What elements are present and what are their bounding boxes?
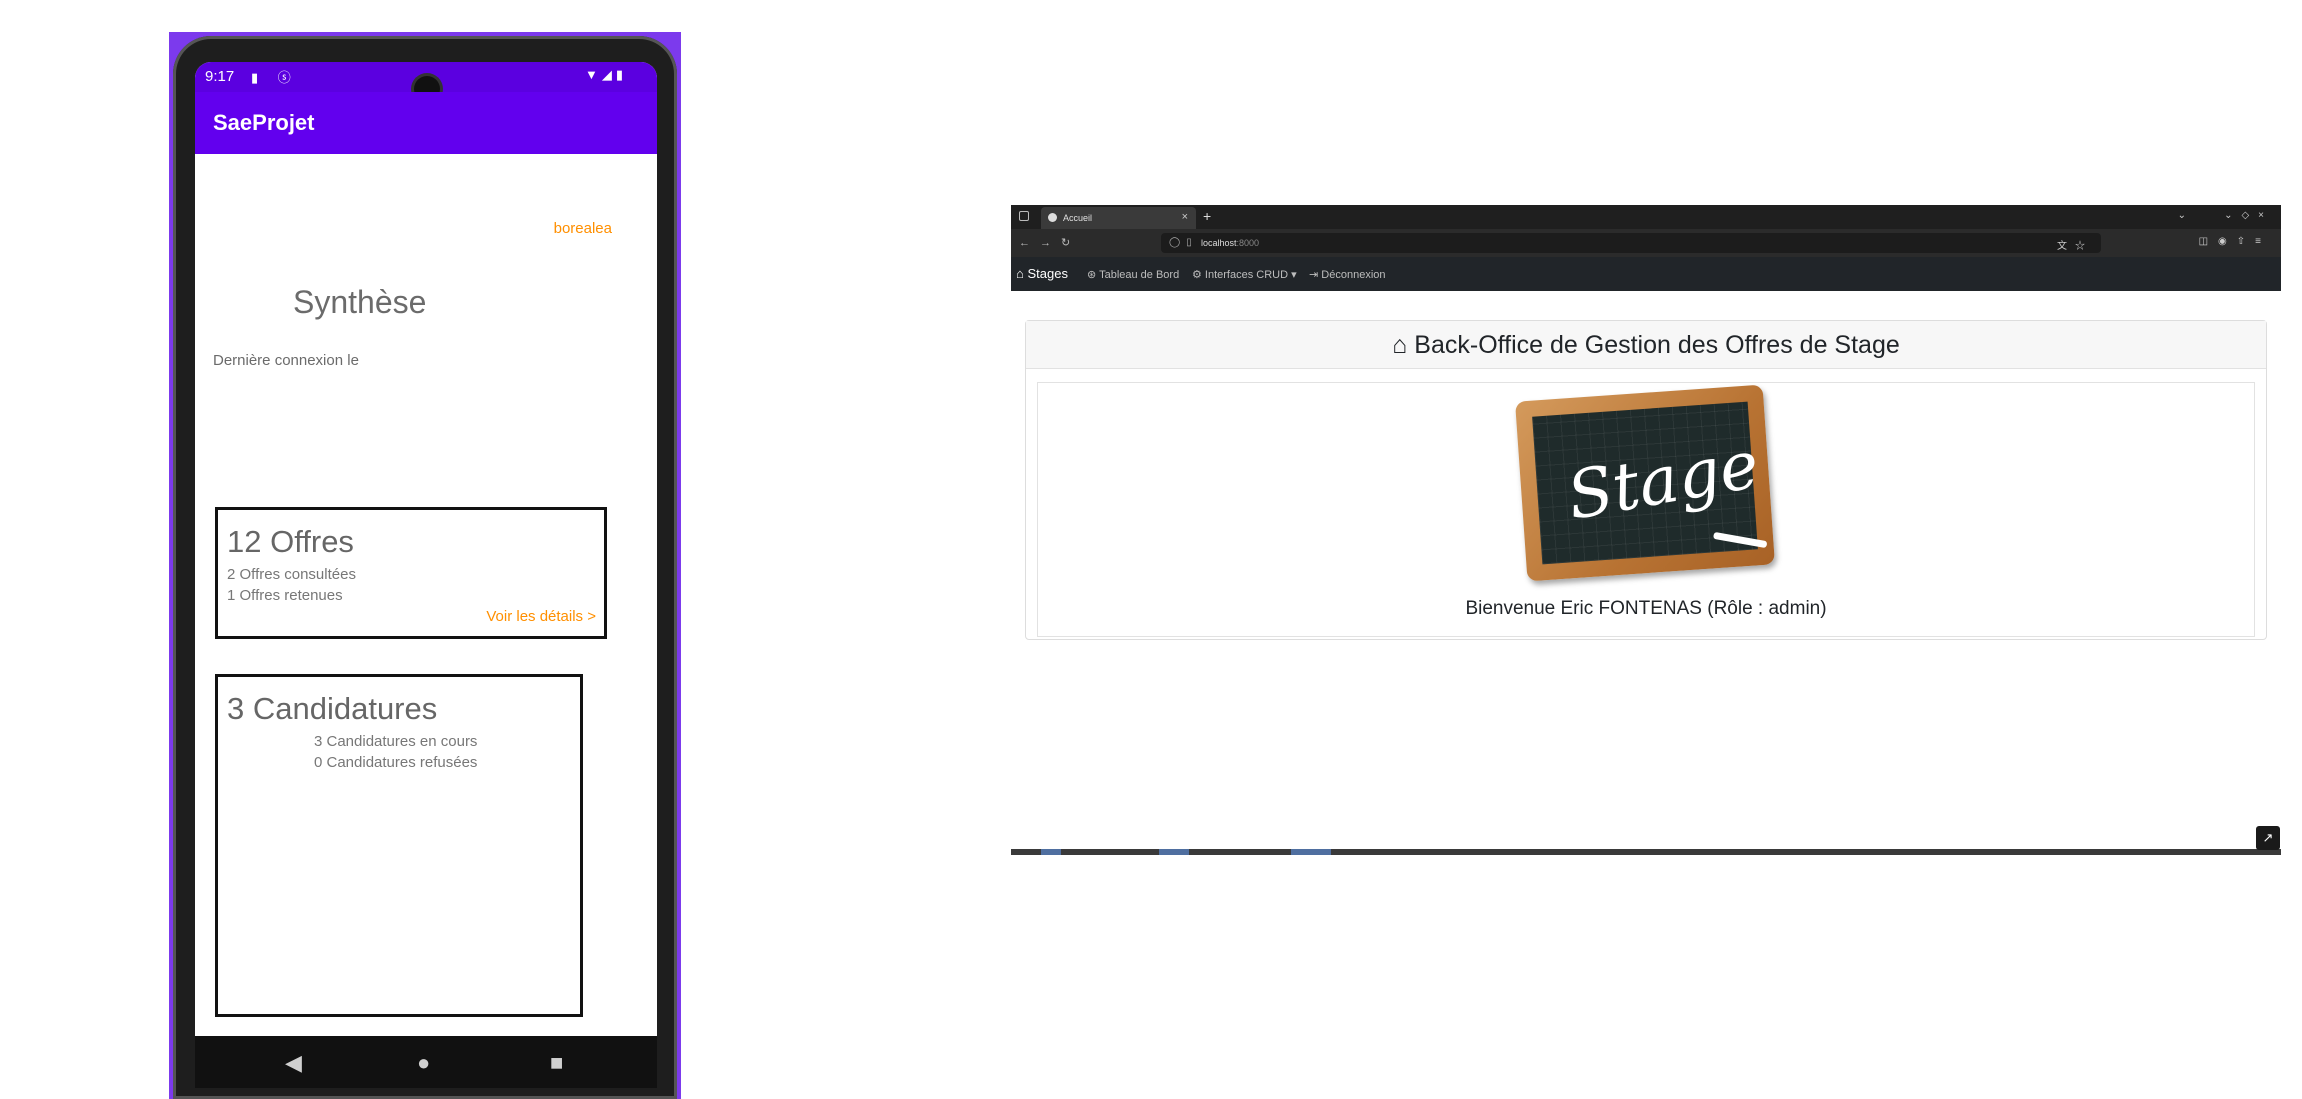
nav-tableau-de-bord[interactable]: ⊛ Tableau de Bord	[1087, 268, 1179, 281]
offres-card[interactable]: 12 Offres 2 Offres consultées 1 Offres r…	[215, 507, 607, 639]
main-panel: ⌂ Back-Office de Gestion des Offres de S…	[1025, 320, 2267, 640]
home-icon: ⌂	[1016, 266, 1028, 281]
signal-battery-icon: ▼◢▮	[584, 67, 627, 82]
url-bar: ←→↻ ◯▯ localhost:8000 文☆ ◫◉⇧≡	[1011, 229, 2281, 257]
home-icon[interactable]: ●	[417, 1050, 430, 1076]
offres-consulted: 2 Offres consultées	[227, 566, 356, 583]
nav-interfaces-crud[interactable]: ⚙ Interfaces CRUD ▾	[1192, 268, 1297, 281]
shield-icon: ◯▯	[1169, 237, 1198, 248]
slate-text: Stage	[1561, 425, 1765, 535]
user-name: borealea	[553, 220, 612, 237]
candidatures-in-progress: 3 Candidatures en cours	[314, 733, 478, 750]
tab-accueil[interactable]: Accueil ×	[1041, 207, 1196, 229]
stage-slate-image: Stage	[1515, 384, 1775, 582]
taskbar-item[interactable]	[1159, 849, 1189, 855]
translate-star-icon[interactable]: 文☆	[2057, 237, 2093, 252]
taskbar-item[interactable]	[1041, 849, 1061, 855]
nav-arrows-icon[interactable]: ←→↻	[1019, 236, 1080, 249]
taskbar	[1011, 849, 2281, 855]
url-text: localhost:8000	[1201, 238, 1260, 248]
status-time: 9:17	[205, 68, 235, 85]
offres-count: 12 Offres	[227, 524, 354, 559]
candidatures-card[interactable]: 3 Candidatures 3 Candidatures en cours 0…	[215, 674, 583, 1017]
nav-deconnexion[interactable]: ⇥ Déconnexion	[1309, 268, 1386, 281]
offres-retained: 1 Offres retenues	[227, 587, 343, 604]
candidatures-refused: 0 Candidatures refusées	[314, 754, 478, 771]
tab-label: Accueil	[1063, 213, 1093, 223]
sd-card-icon: ▮ ⓢ	[251, 70, 299, 85]
address-input[interactable]: ◯▯ localhost:8000 文☆	[1161, 233, 2101, 253]
toolbar-icons[interactable]: ◫◉⇧≡	[2199, 236, 2271, 247]
app-bar: SaeProjet	[195, 92, 657, 154]
favicon-icon	[1048, 213, 1057, 222]
chalk-icon	[1713, 531, 1768, 549]
panel-title: ⌂ Back-Office de Gestion des Offres de S…	[1392, 331, 1900, 359]
panel-header: ⌂ Back-Office de Gestion des Offres de S…	[1026, 321, 2266, 369]
new-tab-icon[interactable]: +	[1203, 208, 1211, 224]
android-nav-bar: ◀ ● ■	[195, 1036, 657, 1088]
tab-list-icon[interactable]	[1019, 211, 1029, 221]
home-icon: ⌂	[1392, 331, 1415, 359]
window-controls-icon[interactable]: ⌄◇×	[2224, 210, 2273, 221]
brand-link[interactable]: ⌂ Stages	[1016, 266, 1068, 281]
welcome-message: Bienvenue Eric FONTENAS (Rôle : admin)	[1465, 598, 1827, 619]
recents-icon[interactable]: ■	[550, 1050, 563, 1076]
panel-body: Stage Bienvenue Eric FONTENAS (Rôle : ad…	[1037, 382, 2255, 637]
last-login-label: Dernière connexion le	[213, 352, 359, 369]
back-icon[interactable]: ◀	[285, 1050, 302, 1076]
phone-screen: 9:17 ▮ ⓢ ▼◢▮ SaeProjet borealea Synthèse…	[195, 62, 657, 1088]
tab-strip: Accueil × + ⌄ ⌄◇×	[1011, 205, 2281, 229]
close-tab-icon[interactable]: ×	[1182, 211, 1188, 223]
browser-window: Accueil × + ⌄ ⌄◇× ←→↻ ◯▯ localhost:8000 …	[1011, 205, 2281, 855]
details-link[interactable]: Voir les détails >	[486, 608, 596, 625]
app-title: SaeProjet	[213, 110, 315, 135]
chevron-down-icon[interactable]: ⌄	[2178, 210, 2186, 221]
taskbar-item[interactable]	[1291, 849, 1331, 855]
site-navbar: ⌂ Stages ⊛ Tableau de Bord ⚙ Interfaces …	[1011, 257, 2281, 291]
page-title: Synthèse	[293, 284, 427, 320]
corner-button-icon[interactable]: ↗	[2256, 826, 2280, 850]
slate-board: Stage	[1532, 401, 1768, 565]
candidatures-count: 3 Candidatures	[227, 691, 438, 726]
